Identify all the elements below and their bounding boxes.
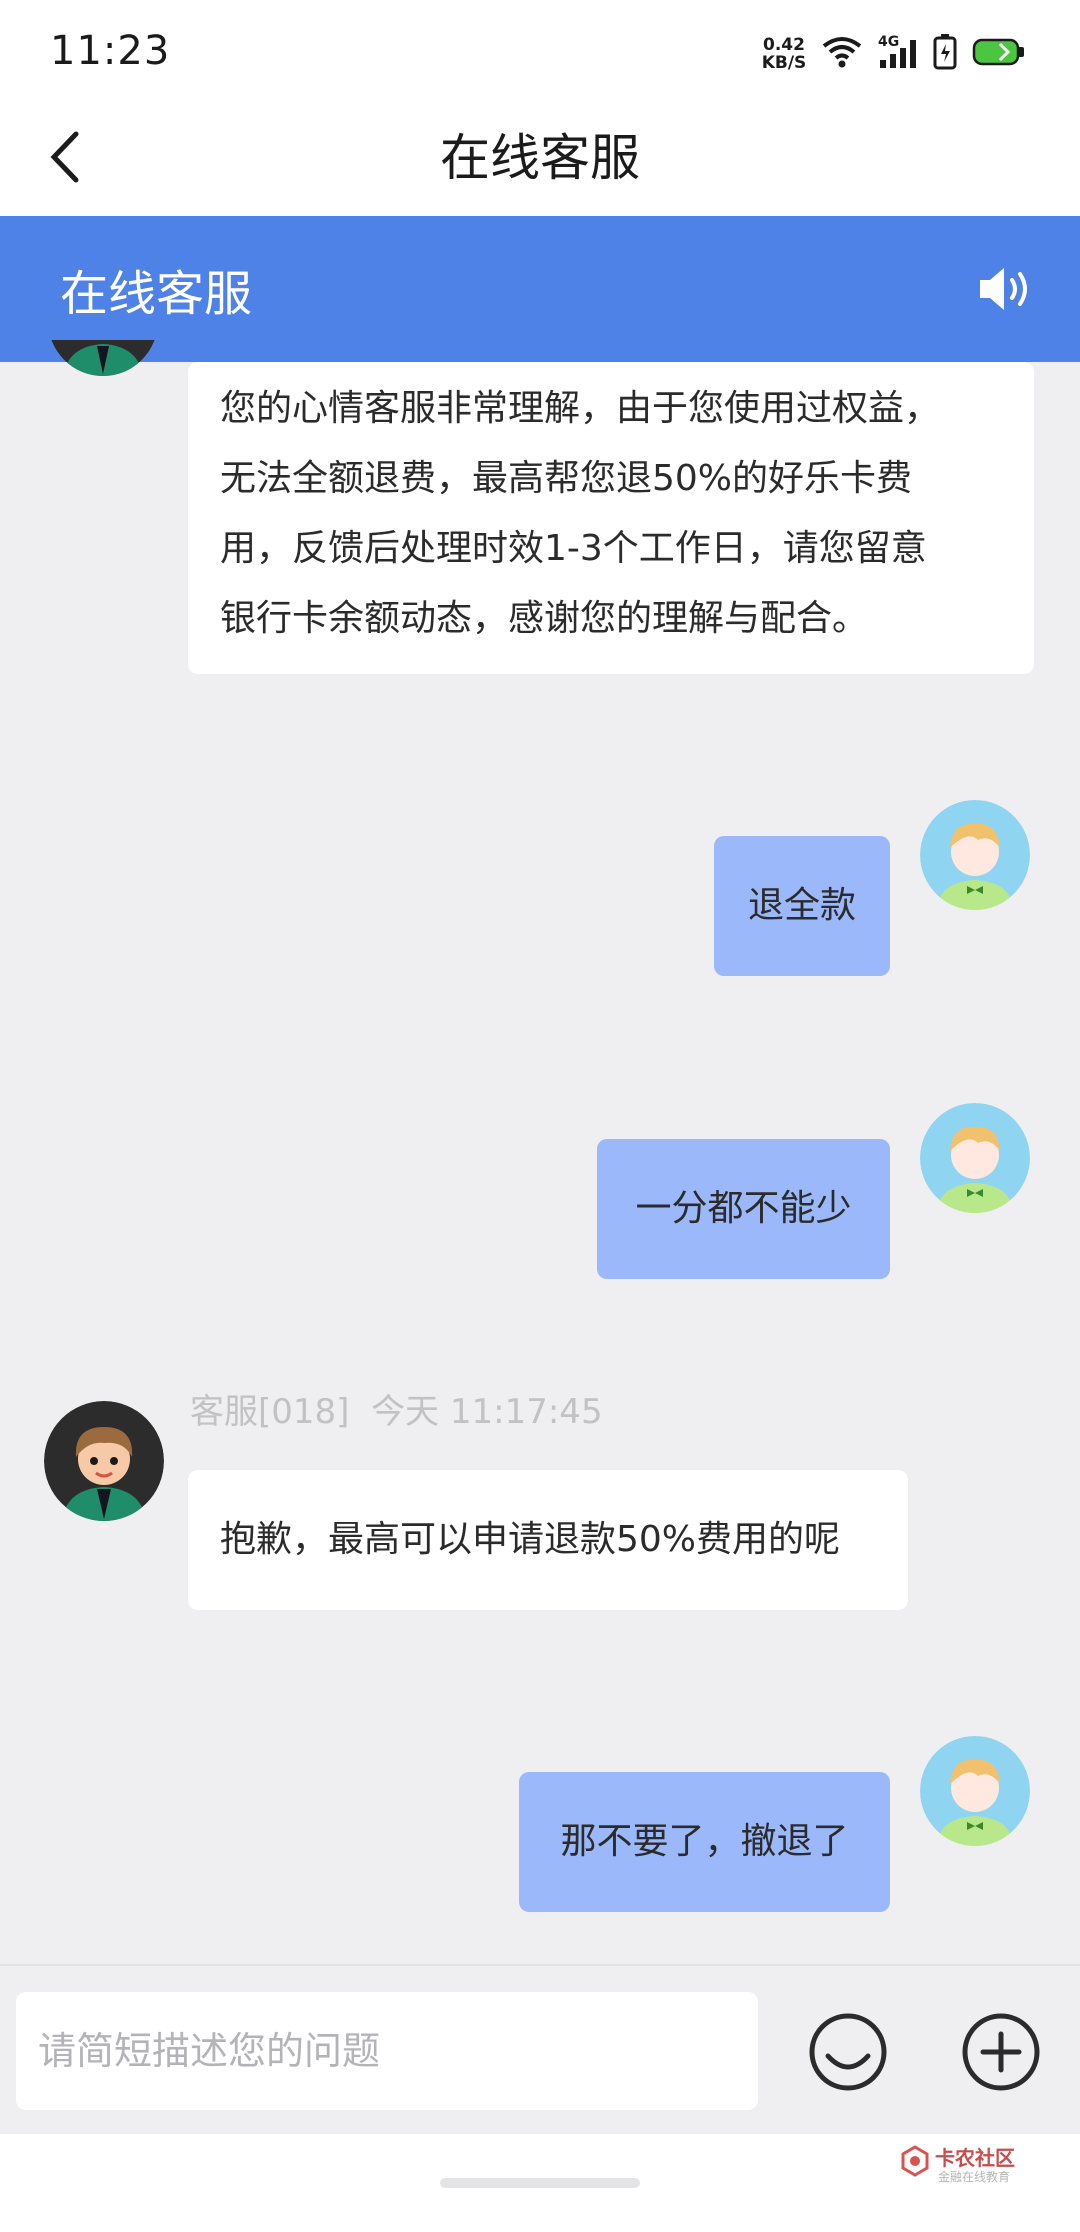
battery-icon [972,38,1024,66]
plus-circle-icon[interactable] [961,2012,1041,2092]
user-message-bubble: 一分都不能少 [597,1139,890,1279]
home-indicator[interactable] [440,2178,640,2188]
watermark-title: 卡农社区 [935,2146,1015,2170]
battery-saver-icon [933,34,957,70]
sender-name: 客服[018] [190,1392,350,1432]
user-avatar [920,1736,1030,1846]
agent-message-bubble: 抱歉，最高可以申请退款50%费用的呢 [188,1470,908,1610]
agent-avatar [44,1401,164,1521]
message-meta: 客服[018] 今天 11:17:45 [190,1384,603,1433]
banner-title: 在线客服 [60,266,253,322]
status-time: 11:23 [50,28,171,74]
watermark-logo-icon [901,2145,929,2177]
message-input[interactable] [16,1992,758,2110]
smiley-icon[interactable] [808,2012,888,2092]
user-message-bubble: 退全款 [714,836,890,976]
user-avatar [920,800,1030,910]
wifi-icon [822,37,862,68]
agent-message-bubble: 您的心情客服非常理解，由于您使用过权益， 无法全额退费，最高帮您退50%的好乐卡… [188,362,1034,674]
signal-icon [880,40,916,68]
message-time: 今天 11:17:45 [371,1392,603,1432]
speaker-icon[interactable] [976,262,1032,316]
user-avatar [920,1103,1030,1213]
page-title: 在线客服 [440,129,640,187]
user-message-bubble: 那不要了，撤退了 [519,1772,890,1912]
net-speed: 0.42 KB/S [761,35,807,73]
watermark-subtitle: 金融在线教育 [938,2170,1011,2184]
